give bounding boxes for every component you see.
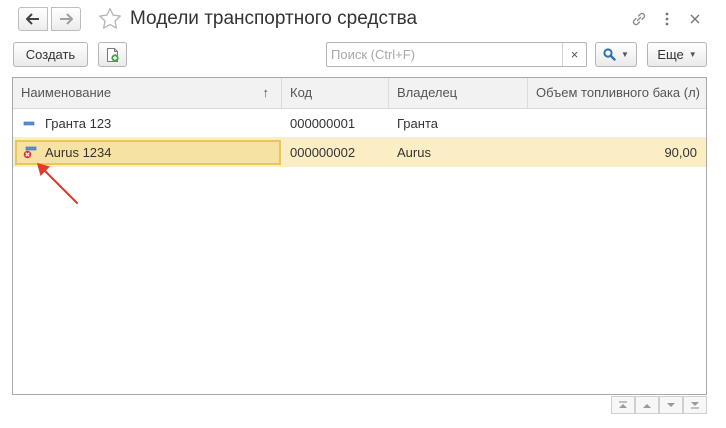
arrow-right-icon	[60, 13, 73, 25]
column-header-code[interactable]: Код	[282, 78, 389, 108]
star-icon[interactable]	[97, 6, 123, 32]
chevron-down-icon	[667, 402, 675, 407]
more-vertical-icon[interactable]	[658, 10, 676, 28]
cell-name: Aurus 1234	[13, 138, 282, 167]
back-button[interactable]	[18, 7, 48, 31]
cell-owner: Гранта	[397, 116, 438, 131]
chevron-down-icon: ▼	[688, 50, 697, 59]
data-table: Наименование ↑ Код Владелец Объем топлив…	[12, 77, 707, 395]
table-row[interactable]: Гранта 123 000000001 Гранта	[13, 109, 706, 138]
title-bar: Модели транспортного средства	[0, 0, 726, 40]
scroll-first-button[interactable]	[611, 396, 635, 414]
forward-button[interactable]	[51, 7, 81, 31]
chevron-up-icon	[643, 403, 651, 408]
cell-code: 000000001	[290, 116, 356, 131]
cell-owner: Aurus	[397, 145, 431, 160]
deletion-mark-icon	[23, 146, 37, 159]
scroll-to-top-icon	[619, 401, 627, 408]
table-row[interactable]: Aurus 1234 000000002 Aurus 90,00	[13, 138, 706, 167]
scroll-to-bottom-icon	[691, 402, 699, 409]
cell-code: 000000002	[290, 145, 356, 160]
chevron-down-icon: ▼	[621, 50, 629, 59]
scroll-last-button[interactable]	[683, 396, 707, 414]
close-icon[interactable]	[686, 10, 704, 28]
search-clear-button[interactable]: ×	[562, 43, 586, 66]
page-title: Модели транспортного средства	[130, 8, 418, 29]
scroll-up-button[interactable]	[635, 396, 659, 414]
search-button[interactable]: ▼	[595, 42, 637, 67]
search-box: ×	[326, 42, 587, 67]
column-header-tank-volume[interactable]: Объем топливного бака (л)	[528, 78, 706, 108]
more-actions-button[interactable]: Еще ▼	[647, 42, 707, 67]
copy-document-icon	[106, 47, 119, 62]
scroll-down-button[interactable]	[659, 396, 683, 414]
more-actions-label: Еще	[657, 47, 684, 62]
create-button[interactable]: Создать	[13, 42, 88, 67]
cell-tank-volume: 90,00	[664, 145, 697, 160]
cell-tank-volume	[528, 109, 706, 138]
arrow-left-icon	[26, 13, 39, 25]
search-icon	[603, 48, 616, 61]
column-header-name[interactable]: Наименование ↑	[13, 78, 282, 108]
cell-name: Гранта 123	[13, 109, 282, 138]
sort-ascending-icon: ↑	[262, 85, 270, 100]
column-header-owner[interactable]: Владелец	[389, 78, 528, 108]
table-header: Наименование ↑ Код Владелец Объем топлив…	[13, 78, 706, 109]
link-icon[interactable]	[630, 10, 648, 28]
copy-button[interactable]	[98, 42, 127, 67]
catalog-item-icon	[23, 121, 35, 126]
search-input[interactable]	[327, 43, 563, 66]
